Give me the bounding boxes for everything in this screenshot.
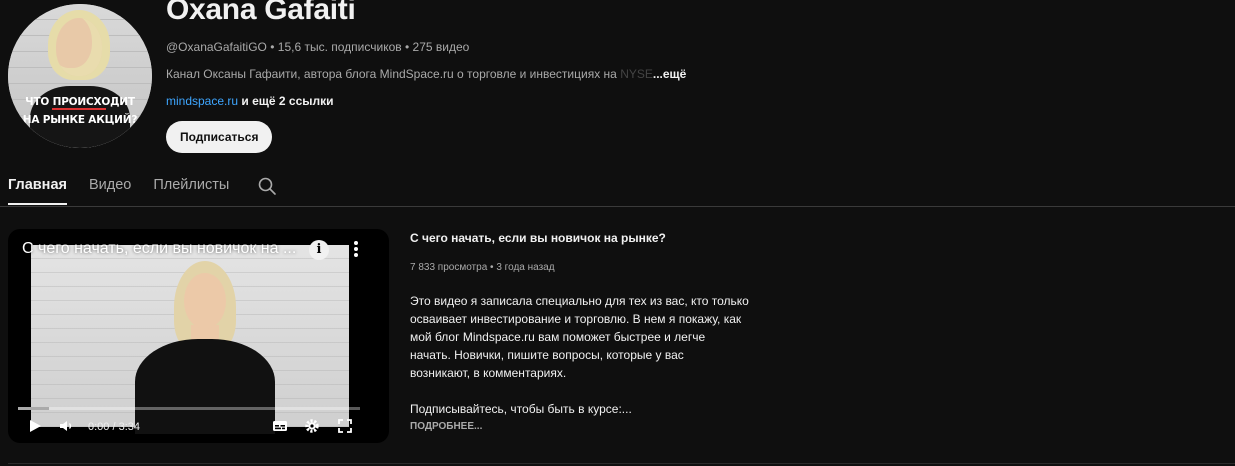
channel-avatar: ЧТО ПРОИСХОДИТ НА РЫНКЕ АКЦИЙ? (8, 4, 152, 148)
channel-link[interactable]: mindspace.ru (166, 94, 238, 108)
volume-icon[interactable] (58, 415, 76, 437)
progress-fill (18, 407, 49, 410)
meta-separator: • (270, 40, 275, 54)
avatar-caption-line2: НА РЫНКЕ АКЦИЙ? (22, 114, 138, 126)
description-line: возникают, в комментариях. (410, 366, 567, 380)
channel-meta: @OxanaGafaitiGO • 15,6 тыс. подписчиков … (166, 40, 469, 54)
gear-icon[interactable] (303, 415, 321, 437)
tab-videos[interactable]: Видео (89, 174, 131, 205)
meta-separator: • (404, 40, 410, 54)
channel-handle: @OxanaGafaitiGO (166, 40, 267, 54)
search-icon[interactable] (257, 176, 277, 196)
upload-age: 3 года назад (496, 262, 555, 273)
progress-bar[interactable] (18, 407, 360, 410)
description-more-button[interactable]: ...ещё (653, 67, 686, 81)
description-line: осваивает инвестирование и торговлю. В н… (410, 312, 742, 326)
channel-description-faded: NYSE (620, 67, 653, 81)
video-count: 275 видео (412, 40, 470, 54)
featured-video-meta: 7 833 просмотра • 3 года назад (410, 262, 555, 273)
more-vert-icon[interactable] (350, 241, 362, 259)
section-divider (8, 463, 1235, 464)
channel-tabs: Главная Видео Плейлисты (8, 174, 229, 206)
subscriber-count: 15,6 тыс. подписчиков (277, 40, 402, 54)
view-count: 7 833 просмотра (410, 262, 488, 273)
tab-playlists[interactable]: Плейлисты (153, 174, 229, 205)
featured-video-description: Это видео я записала специально для тех … (410, 292, 780, 418)
tab-home[interactable]: Главная (8, 174, 67, 205)
fullscreen-icon[interactable] (336, 415, 354, 437)
video-frame[interactable] (31, 245, 349, 434)
player-controls: 0:00 / 3:34 (8, 415, 389, 439)
description-line: Это видео я записала специально для тех … (410, 294, 749, 308)
description-line: мой блог Mindspace.ru вам поможет быстре… (410, 330, 706, 344)
meta-separator: • (490, 262, 494, 273)
channel-description[interactable]: Канал Оксаны Гафаити, автора блога MindS… (166, 67, 686, 81)
subtitles-icon[interactable] (271, 415, 289, 437)
player-overlay-title[interactable]: С чего начать, если вы новичок на ... (22, 240, 296, 258)
channel-name: Oxana Gafaiti (166, 0, 356, 26)
read-more-button[interactable]: ПОДРОБНЕЕ... (410, 421, 482, 432)
channel-description-text: Канал Оксаны Гафаити, автора блога MindS… (166, 67, 617, 81)
video-player[interactable]: С чего начать, если вы новичок на ... i … (8, 229, 389, 443)
avatar-caption-line1: ЧТО ПРОИСХОДИТ (25, 96, 135, 108)
description-line: Подписывайтесь, чтобы быть в курсе:... (410, 402, 632, 416)
info-icon[interactable]: i (309, 240, 329, 260)
featured-video-title[interactable]: С чего начать, если вы новичок на рынке? (410, 231, 666, 245)
tabs-divider (0, 206, 1235, 207)
time-display: 0:00 / 3:34 (88, 421, 140, 433)
more-links-button[interactable]: и ещё 2 ссылки (241, 94, 333, 108)
subscribe-button[interactable]: Подписаться (166, 121, 273, 153)
description-line: начать. Новички, пишите вопросы, которые… (410, 348, 684, 362)
channel-links: mindspace.ru и ещё 2 ссылки (166, 94, 334, 108)
play-icon[interactable] (26, 415, 44, 437)
